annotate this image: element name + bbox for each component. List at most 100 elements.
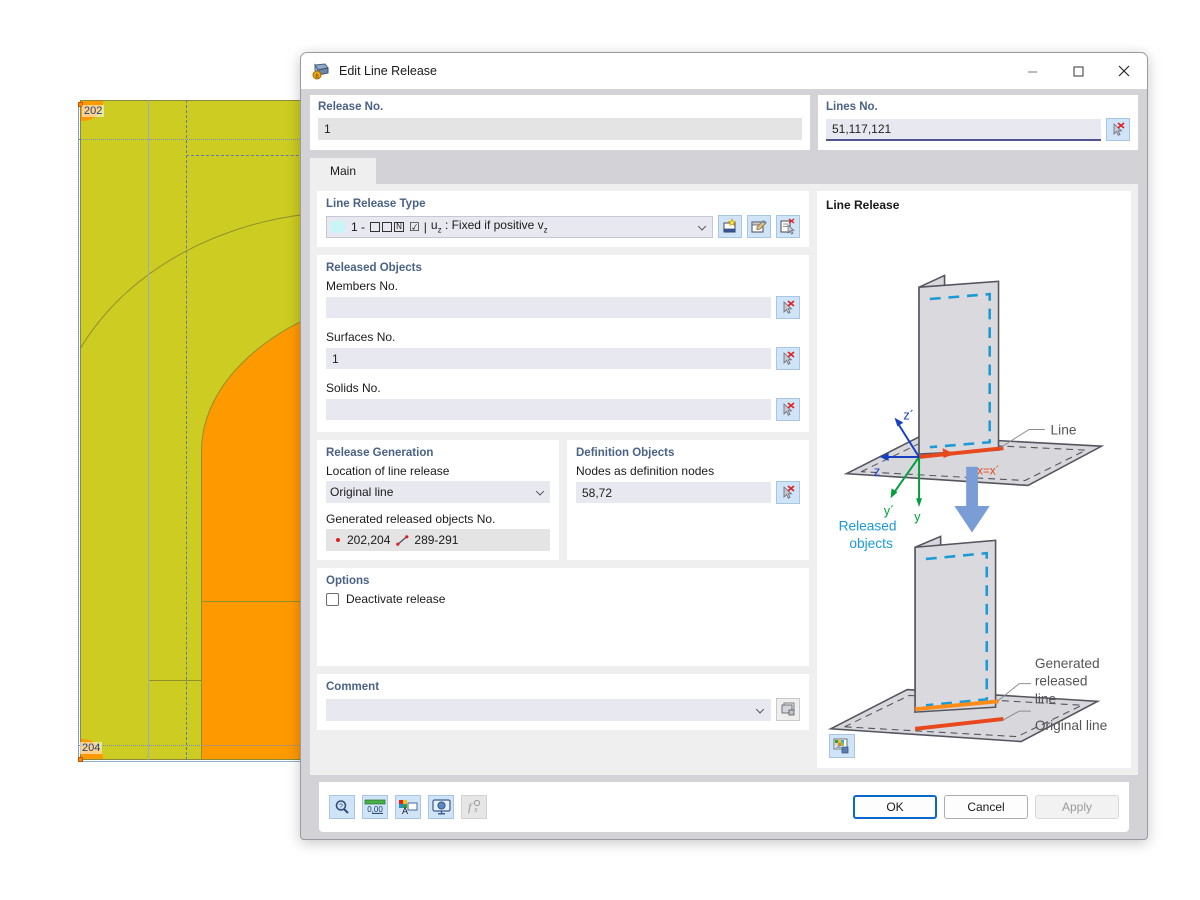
release-flag-box-1: [370, 221, 381, 232]
maximize-button[interactable]: [1055, 53, 1101, 89]
minimize-button[interactable]: [1009, 53, 1055, 89]
help-search-icon[interactable]: ?: [329, 795, 355, 819]
location-combo[interactable]: Original line: [326, 481, 550, 503]
render-image-icon[interactable]: [829, 734, 855, 758]
svg-text:A: A: [402, 806, 408, 815]
svg-text:0,00: 0,00: [367, 805, 383, 814]
axis-z-label: z: [874, 464, 880, 479]
release-type-prefix: 1 -: [351, 219, 366, 234]
svg-text:?: ?: [339, 804, 343, 811]
generated-lines-value: 289-291: [414, 533, 459, 547]
release-flag-check: ☑: [409, 219, 420, 234]
line-release-type-card: Line Release Type 1 - N ☑ | uz: Fixed i…: [317, 191, 809, 247]
line-release-type-combo[interactable]: 1 - N ☑ | uz : Fixed if positive vz: [326, 215, 713, 238]
axis-x-label: x=x´: [977, 465, 1000, 478]
generated-objects-value: 202,204 289-291: [326, 529, 550, 551]
tabstrip: Main: [310, 158, 1138, 184]
line-release-type-label: Line Release Type: [326, 198, 426, 210]
header-row: Release No. 1 Lines No. 51,117,121: [310, 89, 1138, 150]
select-type-icon[interactable]: [776, 215, 800, 238]
generated-lines-item: 289-291: [396, 533, 458, 547]
comment-library-icon[interactable]: [776, 698, 800, 721]
dialog-titlebar: 6 Edit Line Release: [301, 53, 1147, 89]
released-objects-label-2: objects: [849, 536, 893, 551]
definition-nodes-input[interactable]: 58,72: [576, 482, 771, 503]
chevron-down-icon: [697, 221, 707, 231]
edit-type-icon[interactable]: [747, 215, 771, 238]
release-separator: |: [423, 219, 427, 234]
deactivate-release-checkbox[interactable]: [326, 592, 339, 606]
release-generation-label: Release Generation: [326, 447, 434, 459]
options-card: Options Deactivate release: [317, 568, 809, 666]
axis-y-prime-label: y´: [884, 503, 895, 518]
comment-card: Comment: [317, 674, 809, 730]
node-label-204: 204: [80, 742, 103, 754]
node-point-icon: [336, 538, 340, 542]
release-no-input[interactable]: 1: [318, 118, 802, 140]
lines-no-row: 51,117,121: [826, 118, 1130, 141]
generated-line-label-2: released: [1035, 674, 1088, 689]
surfaces-no-label: Surfaces No.: [326, 330, 396, 344]
tab-content-main: Line Release Type 1 - N ☑ | uz: Fixed i…: [310, 184, 1138, 775]
lines-no-panel: Lines No. 51,117,121: [818, 95, 1138, 150]
lines-no-input[interactable]: 51,117,121: [826, 119, 1101, 141]
line-callout-label: Line: [1051, 422, 1077, 437]
window-controls: [1009, 53, 1147, 89]
lines-no-label: Lines No.: [826, 101, 878, 113]
chevron-down-icon: [755, 704, 765, 714]
select-pointer-icon[interactable]: [776, 481, 800, 504]
line-release-diagram: x=x´ Line y y´ z z´ Released objects Gen…: [827, 274, 1108, 743]
original-line-label: Original line: [1035, 718, 1108, 733]
dialog-title: Edit Line Release: [339, 64, 437, 78]
svg-text:x: x: [473, 805, 478, 814]
preview-title: Line Release: [826, 198, 900, 212]
axis-z-prime-label: z´: [903, 408, 914, 423]
definition-nodes-row: 58,72: [576, 481, 800, 504]
release-no-label: Release No.: [318, 101, 384, 113]
select-pointer-icon[interactable]: [776, 296, 800, 319]
guide-line-vertical-left: [78, 102, 79, 762]
line-release-type-row: 1 - N ☑ | uz : Fixed if positive vz: [326, 215, 800, 238]
deactivate-release-label: Deactivate release: [346, 592, 446, 606]
members-no-row: [326, 296, 800, 319]
deactivate-release-row[interactable]: Deactivate release: [326, 592, 800, 606]
generated-line-label-1: Generated: [1035, 656, 1100, 671]
surfaces-no-input[interactable]: 1: [326, 348, 771, 369]
node-marker-204: [78, 757, 83, 762]
dialog-body: Release No. 1 Lines No. 51,117,121 Main …: [301, 89, 1147, 839]
line-release-preview-panel: Line Release x=x´ Line y y´ z z´ Release…: [817, 191, 1131, 768]
tab-main[interactable]: Main: [310, 158, 377, 184]
display-properties-icon[interactable]: [428, 795, 454, 819]
generated-nodes-value: 202,204: [347, 533, 391, 547]
line-release-icon: 6: [311, 62, 331, 80]
comment-input[interactable]: [326, 698, 771, 721]
release-flag-box-n: N: [394, 221, 405, 232]
solids-no-input[interactable]: [326, 399, 771, 420]
guide-line-vertical-solid: [148, 100, 149, 760]
decimal-places-icon[interactable]: 0,00: [362, 795, 388, 819]
location-label: Location of line release: [326, 464, 450, 478]
released-objects-label: Released Objects: [326, 262, 422, 274]
released-objects-card: Released Objects Members No. Surfaces No…: [317, 255, 809, 432]
guide-line-vertical-dashed: [186, 100, 187, 760]
select-pointer-icon[interactable]: [776, 347, 800, 370]
surfaces-no-row: 1: [326, 347, 800, 370]
generation-definition-row: Release Generation Location of line rele…: [317, 440, 809, 560]
font-color-icon[interactable]: A: [395, 795, 421, 819]
generated-objects-label: Generated released objects No.: [326, 512, 496, 526]
select-pointer-icon[interactable]: [776, 398, 800, 421]
comment-label: Comment: [326, 681, 380, 693]
generated-line-label-3: line: [1035, 691, 1057, 706]
members-no-label: Members No.: [326, 279, 399, 293]
line-segment-icon: [396, 534, 409, 546]
definition-objects-card: Definition Objects Nodes as definition n…: [567, 440, 809, 560]
new-type-icon[interactable]: [718, 215, 742, 238]
select-pointer-icon[interactable]: [1106, 118, 1130, 141]
formula-icon: f x: [461, 795, 487, 819]
release-type-color-swatch: [331, 220, 345, 233]
solids-no-label: Solids No.: [326, 381, 381, 395]
close-button[interactable]: [1101, 53, 1147, 89]
members-no-input[interactable]: [326, 297, 771, 318]
tab-main-label: Main: [330, 164, 357, 178]
node-label-202: 202: [82, 105, 105, 117]
